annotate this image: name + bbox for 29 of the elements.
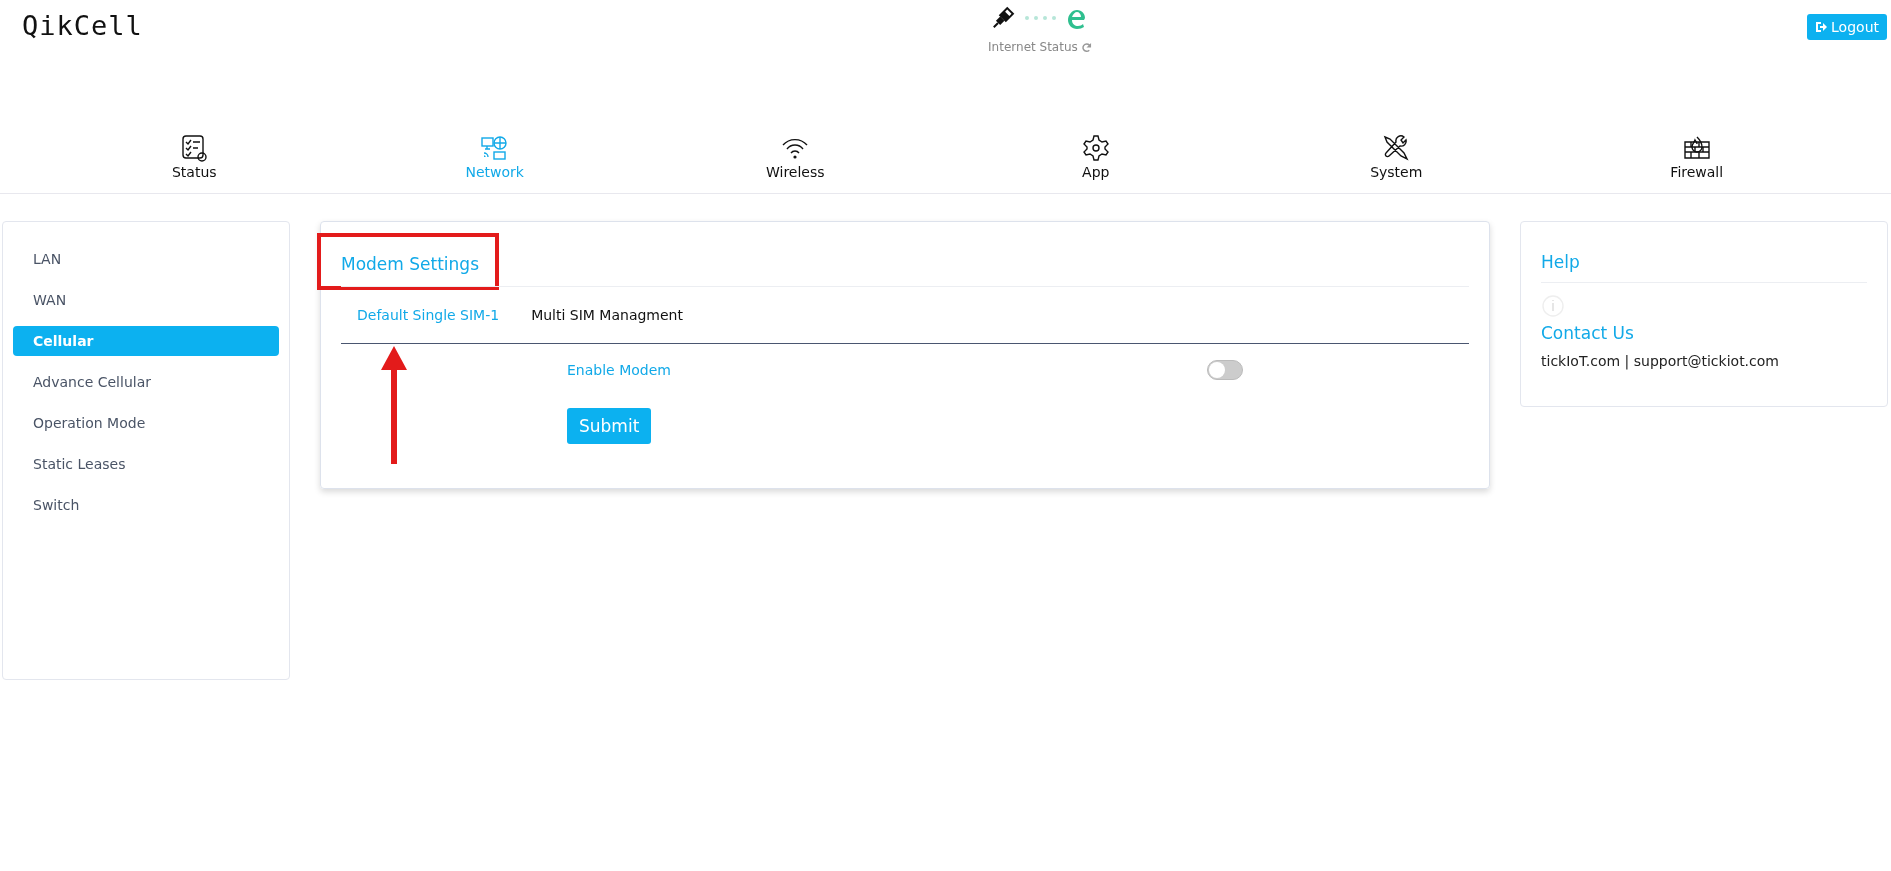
connection-dots [1025, 16, 1057, 20]
nav-tab[interactable]: Status [44, 120, 345, 180]
gear-icon [1081, 134, 1110, 162]
contact-text: tickIoT.com | support@tickiot.com [1541, 353, 1780, 369]
logo: QikCell [22, 10, 143, 41]
sidebar-item[interactable]: LAN [13, 244, 279, 274]
field-label: Enable Modem [567, 362, 672, 378]
checklist-icon [180, 134, 209, 162]
contact-title: Contact Us [1541, 323, 1635, 343]
tools-icon [1382, 134, 1411, 162]
sidebar-item[interactable]: WAN [13, 285, 279, 315]
firewall-icon [1682, 134, 1711, 162]
sidebar-item[interactable]: Operation Mode [13, 408, 279, 438]
nav-tab[interactable]: Firewall [1546, 120, 1847, 180]
sidebar-item[interactable]: Switch [13, 490, 279, 520]
help-title: Help [1541, 252, 1867, 283]
sidebar-item[interactable]: Advance Cellular [13, 367, 279, 397]
logout-icon [1815, 21, 1828, 33]
info-icon [1541, 295, 1565, 319]
internet-status-label: Internet Status [988, 40, 1078, 54]
network-icon [480, 134, 509, 162]
panel-title: Modem Settings [341, 242, 1469, 287]
toggle-switch[interactable] [1207, 360, 1243, 380]
sidebar-item[interactable]: Static Leases [13, 449, 279, 479]
nav-tab[interactable]: System [1246, 120, 1547, 180]
nav-tab[interactable]: Wireless [645, 120, 946, 180]
tab[interactable]: Multi SIM Managment [515, 307, 699, 323]
nav-tab[interactable]: App [945, 120, 1246, 180]
refresh-icon[interactable] [1080, 41, 1092, 53]
